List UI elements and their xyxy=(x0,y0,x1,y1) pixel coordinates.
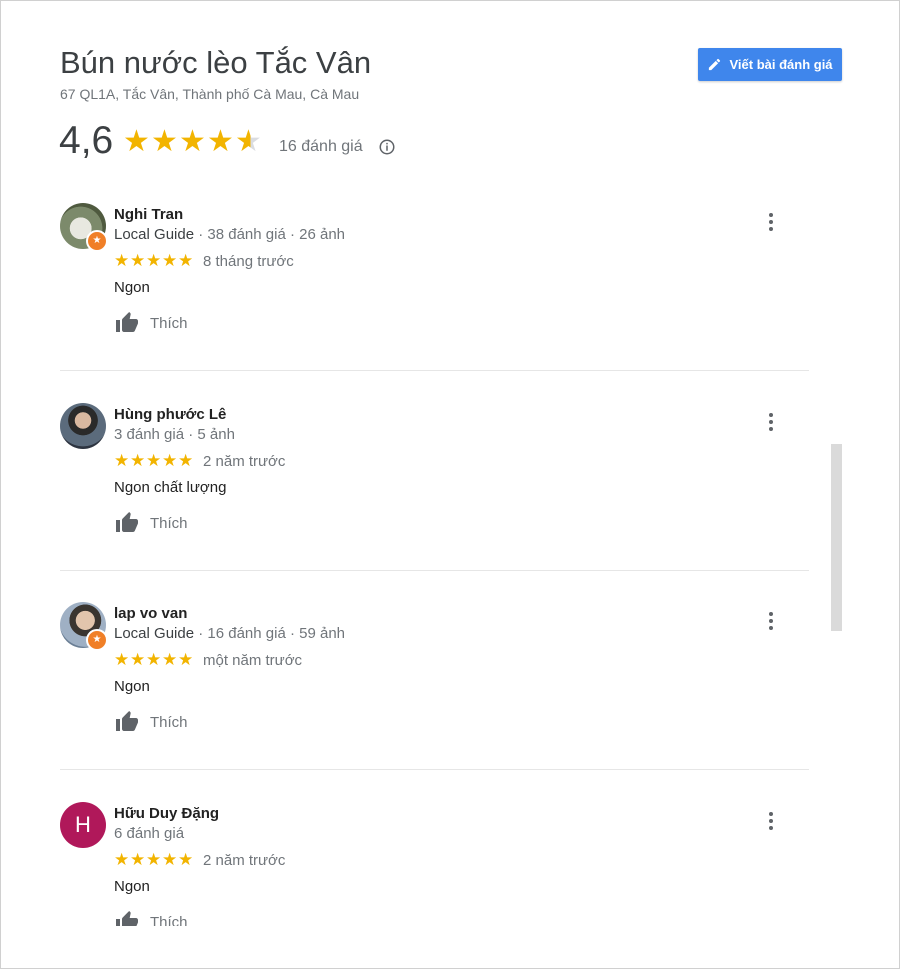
local-guide-label: Local Guide xyxy=(114,625,195,642)
review-item: H Hữu Duy Đặng 6 đánh giá ★ ★ ★ ★ ★ 2 năm tr… xyxy=(1,802,900,926)
star-icon: ★ xyxy=(178,451,194,470)
half-star-icon: ★ xyxy=(235,125,262,158)
star-icon: ★ xyxy=(179,125,206,158)
divider xyxy=(60,769,809,770)
review-item: ★ Nghi Tran Local Guide · 38 đánh giá · … xyxy=(1,203,900,403)
star-icon: ★ xyxy=(207,125,234,158)
like-label: Thích xyxy=(150,514,188,532)
reviewer-meta: 6 đánh giá xyxy=(114,825,184,842)
thumbs-up-icon xyxy=(116,911,138,926)
like-button[interactable]: Thích xyxy=(114,511,188,535)
star-icon: ★ xyxy=(114,850,130,869)
star-icon: ★ xyxy=(162,650,178,669)
star-icon: ★ xyxy=(146,850,162,869)
divider xyxy=(60,570,809,571)
place-title: Bún nước lèo Tắc Vân xyxy=(60,45,372,80)
more-options-icon[interactable] xyxy=(762,810,780,832)
avatar[interactable] xyxy=(60,403,106,449)
review-date: 2 năm trước xyxy=(203,452,286,470)
thumbs-up-icon xyxy=(116,711,138,731)
thumbs-up-icon xyxy=(116,312,138,332)
star-icon: ★ xyxy=(162,451,178,470)
review-text: Ngon xyxy=(114,878,150,895)
divider xyxy=(60,370,809,371)
avatar[interactable]: H xyxy=(60,802,106,848)
like-label: Thích xyxy=(150,314,188,332)
average-stars: ★ ★ ★ ★ ★ xyxy=(123,126,263,158)
reviewer-name[interactable]: Nghi Tran xyxy=(114,206,183,223)
write-review-button[interactable]: Viết bài đánh giá xyxy=(698,48,842,81)
review-rating: ★ ★ ★ ★ ★ 2 năm trước xyxy=(114,850,285,870)
star-icon: ★ xyxy=(130,850,146,869)
review-rating: ★ ★ ★ ★ ★ một năm trước xyxy=(114,650,302,670)
like-label: Thích xyxy=(150,713,188,731)
scrollbar-thumb[interactable] xyxy=(831,444,842,631)
review-date: một năm trước xyxy=(203,651,303,669)
review-text: Ngon xyxy=(114,279,150,296)
star-icon: ★ xyxy=(114,451,130,470)
reviewer-stats: 6 đánh giá xyxy=(114,825,185,842)
local-guide-label: Local Guide xyxy=(114,226,195,243)
star-icon: ★ xyxy=(178,251,194,270)
reviewer-stats: · 16 đánh giá · 59 ảnh xyxy=(194,625,346,642)
reviewer-meta: 3 đánh giá · 5 ảnh xyxy=(114,426,235,443)
star-icon: ★ xyxy=(178,850,194,869)
star-icon: ★ xyxy=(151,125,178,158)
reviewer-name[interactable]: Hùng phước Lê xyxy=(114,406,226,423)
like-button[interactable]: Thích xyxy=(114,710,188,734)
like-button[interactable]: Thích xyxy=(114,311,188,335)
like-label: Thích xyxy=(150,913,188,927)
star-icon: ★ xyxy=(146,650,162,669)
star-icon: ★ xyxy=(162,850,178,869)
review-text: Ngon xyxy=(114,678,150,695)
local-guide-badge-icon: ★ xyxy=(86,230,108,252)
star-icon: ★ xyxy=(162,251,178,270)
reviewer-stats: 3 đánh giá · 5 ảnh xyxy=(114,426,235,443)
review-rating: ★ ★ ★ ★ ★ 2 năm trước xyxy=(114,451,285,471)
star-icon: ★ xyxy=(146,451,162,470)
review-count: 16 đánh giá xyxy=(279,138,363,155)
star-icon: ★ xyxy=(114,251,130,270)
thumbs-up-icon xyxy=(116,512,138,532)
info-icon[interactable] xyxy=(378,138,396,156)
write-review-label: Viết bài đánh giá xyxy=(729,57,833,72)
star-icon: ★ xyxy=(130,451,146,470)
star-icon: ★ xyxy=(123,125,150,158)
local-guide-badge-icon: ★ xyxy=(86,629,108,651)
review-text: Ngon chất lượng xyxy=(114,479,227,496)
star-icon: ★ xyxy=(130,650,146,669)
like-button[interactable]: Thích xyxy=(114,910,188,926)
review-item: ★ lap vo van Local Guide · 16 đánh giá ·… xyxy=(1,602,900,802)
star-icon: ★ xyxy=(130,251,146,270)
average-rating: 4,6 xyxy=(59,119,114,162)
more-options-icon[interactable] xyxy=(762,411,780,433)
reviewer-stats: · 38 đánh giá · 26 ảnh xyxy=(194,226,346,243)
more-options-icon[interactable] xyxy=(762,610,780,632)
reviewer-name[interactable]: lap vo van xyxy=(114,605,187,622)
review-date: 2 năm trước xyxy=(203,851,286,869)
reviewer-name[interactable]: Hữu Duy Đặng xyxy=(114,805,219,822)
review-item: Hùng phước Lê 3 đánh giá · 5 ảnh ★ ★ ★ ★ ★ 2… xyxy=(1,403,900,603)
star-icon: ★ xyxy=(146,251,162,270)
pencil-icon xyxy=(709,58,721,71)
review-rating: ★ ★ ★ ★ ★ 8 tháng trước xyxy=(114,251,294,271)
place-address: 67 QL1A, Tắc Vân, Thành phố Cà Mau, Cà M… xyxy=(60,86,360,102)
reviewer-meta: Local Guide · 16 đánh giá · 59 ảnh xyxy=(114,625,345,642)
star-icon: ★ xyxy=(114,650,130,669)
more-options-icon[interactable] xyxy=(762,211,780,233)
star-icon: ★ xyxy=(178,650,194,669)
review-dialog: Bún nước lèo Tắc Vân 67 QL1A, Tắc Vân, T… xyxy=(0,0,900,969)
reviewer-meta: Local Guide · 38 đánh giá · 26 ảnh xyxy=(114,226,345,243)
review-date: 8 tháng trước xyxy=(203,252,294,270)
